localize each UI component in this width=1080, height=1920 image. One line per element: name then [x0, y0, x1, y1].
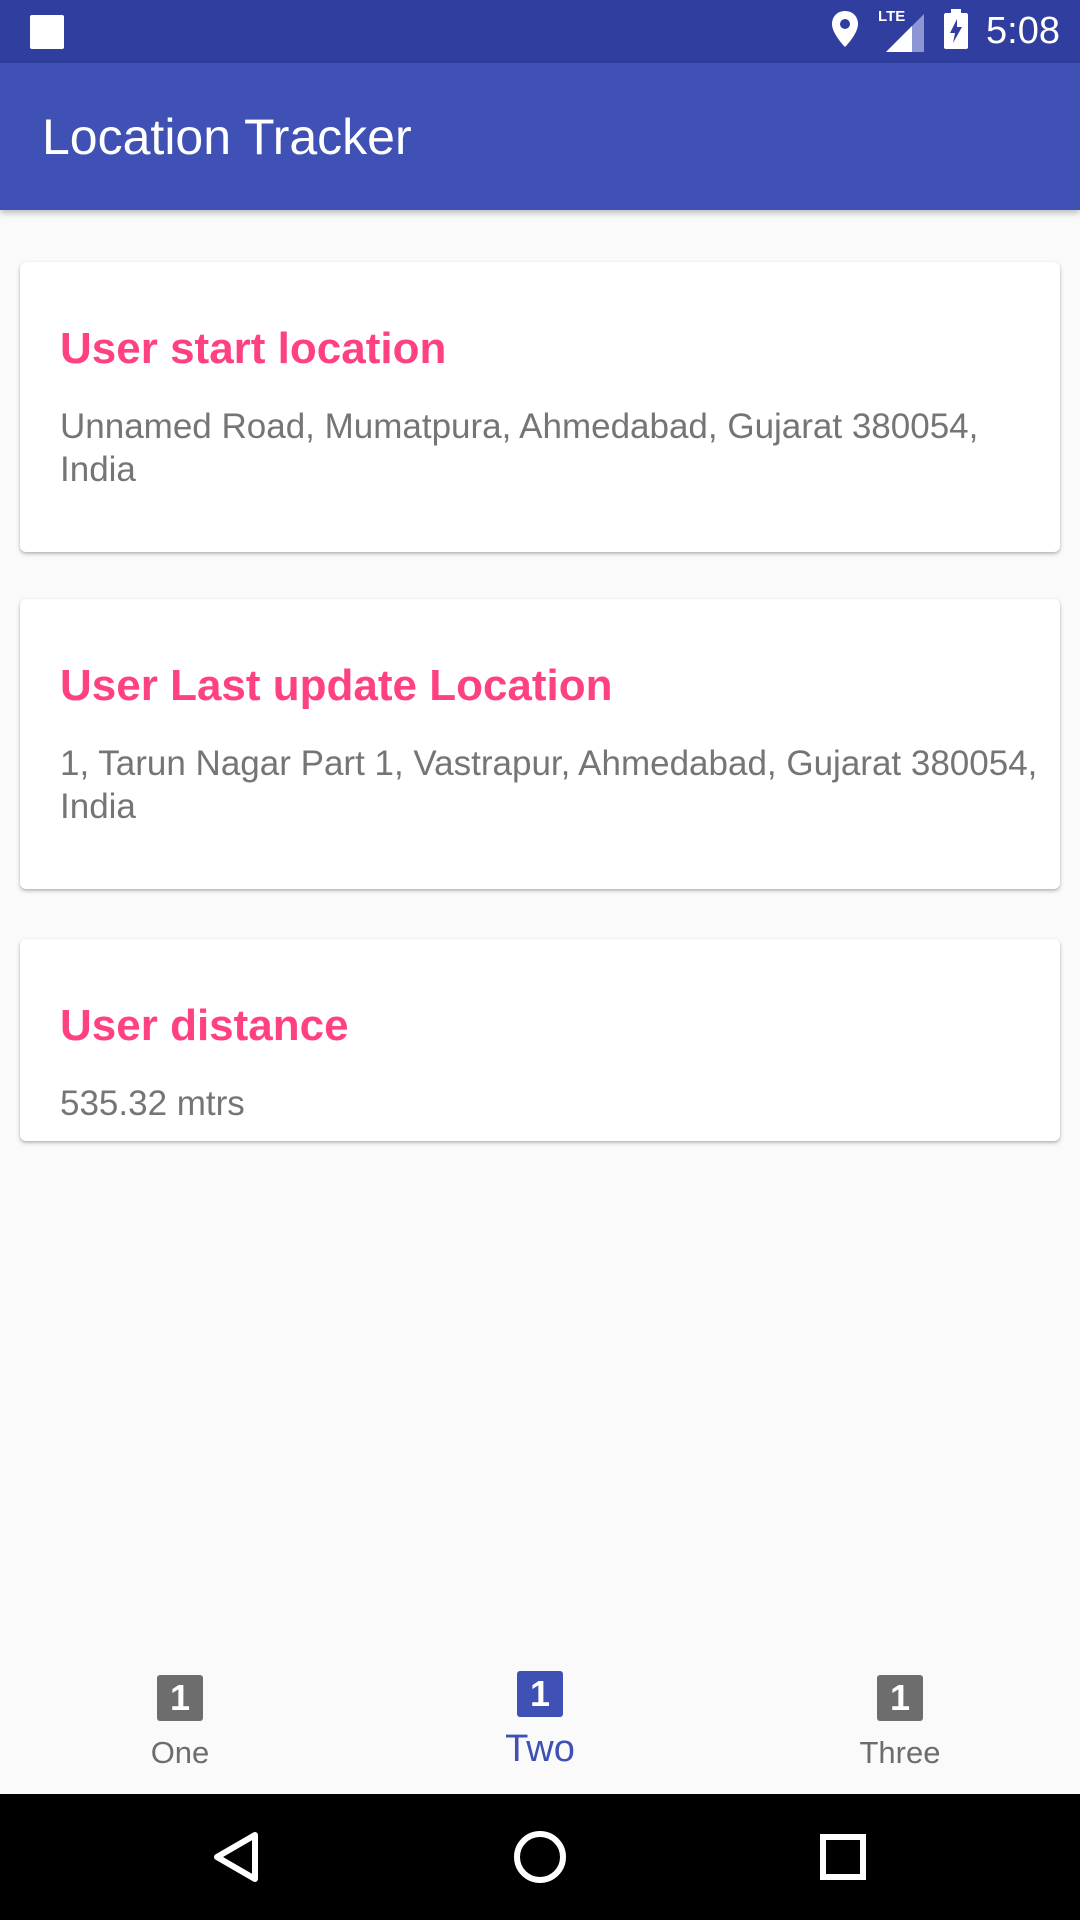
bottom-nav-item-one[interactable]: 1 One: [0, 1640, 360, 1794]
bottom-navigation: 1 One 1 Two 1 Three: [0, 1640, 1080, 1794]
number-one-icon: 1: [517, 1671, 563, 1717]
status-icons: LTE 5:08: [830, 0, 1060, 63]
bottom-nav-label: Two: [505, 1728, 575, 1770]
card-title: User Last update Location: [60, 661, 613, 710]
notification-square-icon: [30, 15, 64, 49]
location-pin-icon: [830, 9, 860, 54]
status-bar: LTE 5:08: [0, 0, 1080, 63]
number-one-icon: 1: [157, 1675, 203, 1721]
app-bar: Location Tracker: [0, 63, 1080, 210]
back-triangle-icon[interactable]: [207, 1827, 267, 1887]
bottom-nav-item-three[interactable]: 1 Three: [720, 1640, 1080, 1794]
bottom-nav-label: Three: [859, 1735, 941, 1770]
card-body: 535.32 mtrs: [60, 1084, 245, 1123]
card-title: User start location: [60, 324, 447, 373]
number-one-icon: 1: [877, 1675, 923, 1721]
lte-label: LTE: [878, 7, 906, 25]
last-update-location-card: User Last update Location 1, Tarun Nagar…: [20, 599, 1060, 889]
card-body: Unnamed Road, Mumatpura, Ahmedabad, Guja…: [60, 407, 979, 489]
system-navigation-bar: [0, 1794, 1080, 1920]
battery-charging-icon: [944, 9, 969, 54]
lte-signal-icon: LTE: [878, 7, 926, 54]
bottom-nav-label: One: [150, 1735, 210, 1770]
distance-card: User distance 535.32 mtrs: [20, 939, 1060, 1141]
start-location-card: User start location Unnamed Road, Mumatp…: [20, 262, 1060, 552]
app-title: Location Tracker: [42, 109, 412, 165]
status-time: 5:08: [986, 10, 1060, 52]
home-circle-icon[interactable]: [510, 1827, 570, 1887]
card-title: User distance: [60, 1001, 349, 1050]
card-body: 1, Tarun Nagar Part 1, Vastrapur, Ahmeda…: [60, 744, 1038, 826]
recents-square-icon[interactable]: [813, 1827, 873, 1887]
bottom-nav-item-two[interactable]: 1 Two: [360, 1640, 720, 1794]
